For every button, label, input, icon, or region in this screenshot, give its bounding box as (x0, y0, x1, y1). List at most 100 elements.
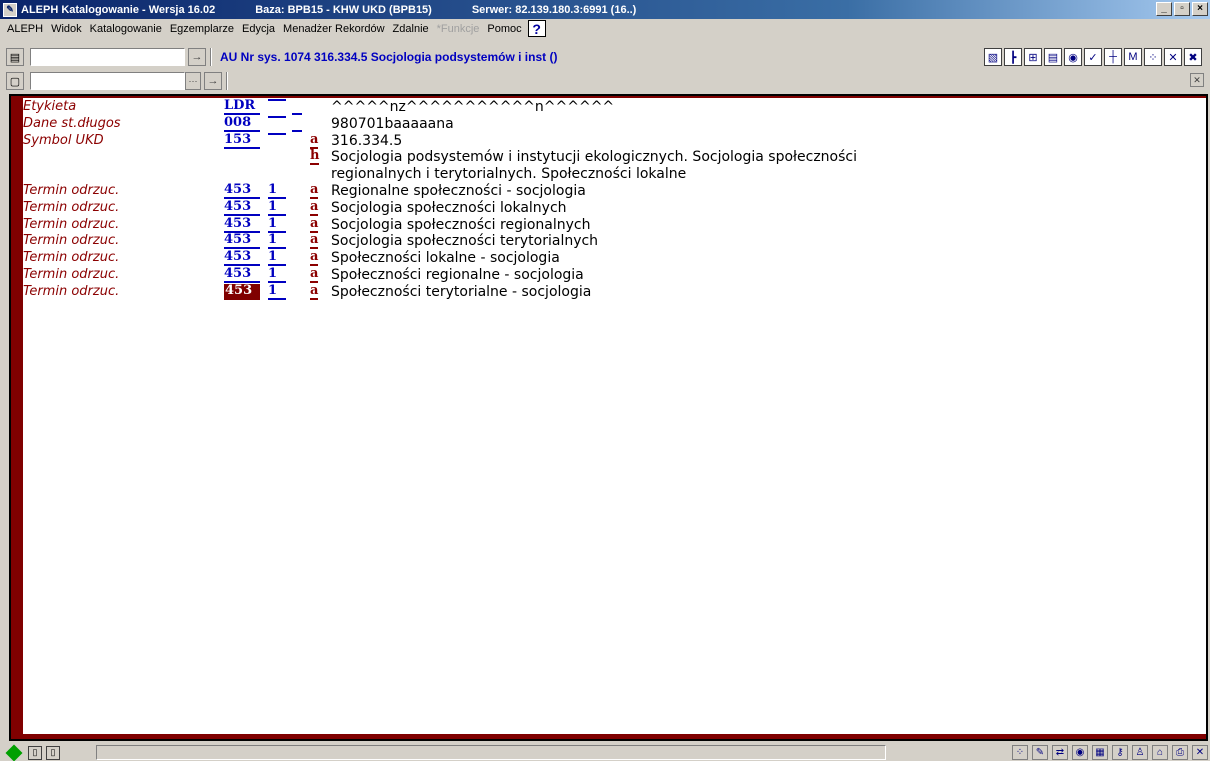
menu-egzemplarze[interactable]: Egzemplarze (166, 23, 238, 35)
record-row[interactable]: Dane st.długos 008 980701baaaaana (23, 116, 1203, 132)
indicator-1[interactable]: 1 (268, 200, 286, 216)
indicator-1[interactable]: 1 (268, 233, 286, 249)
indicator-1[interactable] (268, 116, 286, 118)
maximize-button[interactable]: ▫ (1174, 2, 1190, 16)
field-value[interactable]: Socjologia społeczności regionalnych (331, 217, 591, 233)
abc-icon[interactable]: ✎ (1032, 745, 1048, 760)
field-value[interactable]: Socjologia społeczności lokalnych (331, 200, 567, 216)
subfield-code[interactable]: a (310, 284, 319, 300)
record-row[interactable]: Termin odrzuc. 453 1 a Regionalne społecznoś… (23, 183, 1203, 199)
field-tag[interactable]: 453 (224, 200, 260, 216)
form-icon[interactable]: ▤ (1044, 48, 1062, 66)
tag-icon[interactable]: ┼ (1104, 48, 1122, 66)
subfield-code[interactable]: a (310, 217, 319, 233)
field-tag[interactable]: 153 (224, 133, 260, 149)
globe-status-icon[interactable]: ◉ (1072, 745, 1088, 760)
record-row[interactable]: regionalnych i terytorialnych. Społeczno… (23, 166, 1203, 182)
user-icon[interactable]: ♙ (1132, 745, 1148, 760)
indicator-1[interactable]: 1 (268, 267, 286, 283)
table-icon[interactable]: ▦ (1092, 745, 1108, 760)
command-input[interactable] (30, 48, 185, 66)
print-icon[interactable]: ⎙ (1172, 745, 1188, 760)
window-icon[interactable]: ▢ (6, 72, 24, 90)
exit-icon[interactable]: ✕ (1192, 745, 1208, 760)
menu-menadzer-rekordow[interactable]: Menadżer Rekordów (279, 23, 389, 35)
field-value[interactable]: Społeczności terytorialne - socjologia (331, 284, 591, 300)
help-icon[interactable]: ? (527, 20, 546, 37)
indicator-1[interactable] (268, 99, 286, 101)
subfield-code[interactable]: a (310, 233, 319, 249)
menu-funkcje[interactable]: *Funkcje (433, 23, 484, 35)
field-value[interactable]: 980701baaaaana (331, 116, 454, 132)
list-icon[interactable]: ▧ (984, 48, 1002, 66)
record-row[interactable]: Etykieta LDR ^^^^^nz^^^^^^^^^^^n^^^^^^ (23, 99, 1203, 115)
m-icon[interactable]: M (1124, 48, 1142, 66)
menu-edycja[interactable]: Edycja (238, 23, 279, 35)
record-row[interactable]: h Socjologia podsystemów i instytucji eko… (23, 149, 1203, 165)
field-tag[interactable]: 008 (224, 116, 260, 132)
record-icon[interactable]: ▤ (6, 48, 24, 66)
field-tag[interactable]: 453 (224, 250, 260, 266)
subfield-code[interactable]: a (310, 267, 319, 283)
refresh-icon[interactable]: ⇄ (1052, 745, 1068, 760)
indicator-1[interactable]: 1 (268, 250, 286, 266)
x-icon[interactable]: ✕ (1164, 48, 1182, 66)
field-value[interactable]: Socjologia społeczności terytorialnych (331, 233, 598, 249)
go-button[interactable]: → (188, 48, 206, 66)
field-tag[interactable]: 453 (224, 284, 260, 300)
browse-button[interactable]: ··· (185, 72, 201, 90)
go-button-secondary[interactable]: → (204, 72, 222, 90)
indicator-1[interactable]: 1 (268, 284, 286, 300)
field-value[interactable]: Socjologia podsystemów i instytucji ekol… (331, 149, 857, 165)
network-icon[interactable]: ⁘ (1012, 745, 1028, 760)
record-row[interactable]: Termin odrzuc. 453 1 a Socjologia społecznoś… (23, 217, 1203, 233)
field-value[interactable]: Społeczności regionalne - socjologia (331, 267, 584, 283)
menu-aleph[interactable]: ALEPH (3, 23, 47, 35)
indicator-1[interactable]: 1 (268, 217, 286, 233)
field-tag[interactable]: 453 (224, 217, 260, 233)
grid-icon[interactable]: ⊞ (1024, 48, 1042, 66)
tree-icon[interactable]: ┣ (1004, 48, 1022, 66)
home-icon[interactable]: ⌂ (1152, 745, 1168, 760)
indicator-1[interactable]: 1 (268, 183, 286, 199)
field-value[interactable]: Regionalne społeczności - socjologia (331, 183, 586, 199)
record-row[interactable]: Termin odrzuc. 453 1 a Socjologia społecznoś… (23, 233, 1203, 249)
secondary-input[interactable] (30, 72, 185, 90)
key-icon[interactable]: ⚷ (1112, 745, 1128, 760)
record-row[interactable]: Termin odrzuc. 453 1 a Społeczności terytori… (23, 284, 1203, 300)
close-button[interactable]: × (1192, 2, 1208, 16)
record-row[interactable]: Symbol UKD 153 a 316.334.5 (23, 133, 1203, 149)
menu-katalogowanie[interactable]: Katalogowanie (86, 23, 166, 35)
check-icon[interactable]: ✓ (1084, 48, 1102, 66)
menu-zdalnie[interactable]: Zdalnie (389, 23, 433, 35)
field-tag[interactable]: 453 (224, 233, 260, 249)
record-editor[interactable]: Etykieta LDR ^^^^^nz^^^^^^^^^^^n^^^^^^ Dane… (23, 98, 1206, 736)
app-icon[interactable]: ✎ (3, 2, 17, 17)
subfield-code[interactable]: a (310, 200, 319, 216)
dots-icon[interactable]: ⁘ (1144, 48, 1162, 66)
field-tag[interactable]: 453 (224, 267, 260, 283)
globe-icon[interactable]: ◉ (1064, 48, 1082, 66)
book-open-icon[interactable]: ▯ (46, 745, 60, 760)
field-tag[interactable]: 453 (224, 183, 260, 199)
record-row[interactable]: Termin odrzuc. 453 1 a Społeczności lokalne … (23, 250, 1203, 266)
field-tag[interactable]: LDR (224, 99, 260, 115)
record-row[interactable]: Termin odrzuc. 453 1 a Socjologia społecznoś… (23, 200, 1203, 216)
field-value[interactable]: regionalnych i terytorialnych. Społeczno… (331, 166, 686, 182)
x2-icon[interactable]: ✖ (1184, 48, 1202, 66)
subfield-code[interactable]: a (310, 183, 319, 199)
status-diamond-icon[interactable] (5, 744, 23, 761)
subfield-code[interactable]: a (310, 133, 319, 149)
record-row[interactable]: Termin odrzuc. 453 1 a Społeczności regional… (23, 267, 1203, 283)
field-value[interactable]: ^^^^^nz^^^^^^^^^^^n^^^^^^ (331, 99, 614, 115)
menu-pomoc[interactable]: Pomoc (483, 23, 525, 35)
indicator-2[interactable] (292, 99, 302, 115)
minimize-button[interactable]: _ (1156, 2, 1172, 16)
indicator-2[interactable] (292, 116, 302, 132)
menu-widok[interactable]: Widok (47, 23, 86, 35)
subfield-code[interactable]: a (310, 250, 319, 266)
field-value[interactable]: 316.334.5 (331, 133, 402, 149)
field-value[interactable]: Społeczności lokalne - socjologia (331, 250, 560, 266)
subfield-code[interactable]: h (310, 149, 320, 165)
panel-close-icon[interactable]: ✕ (1190, 73, 1204, 87)
